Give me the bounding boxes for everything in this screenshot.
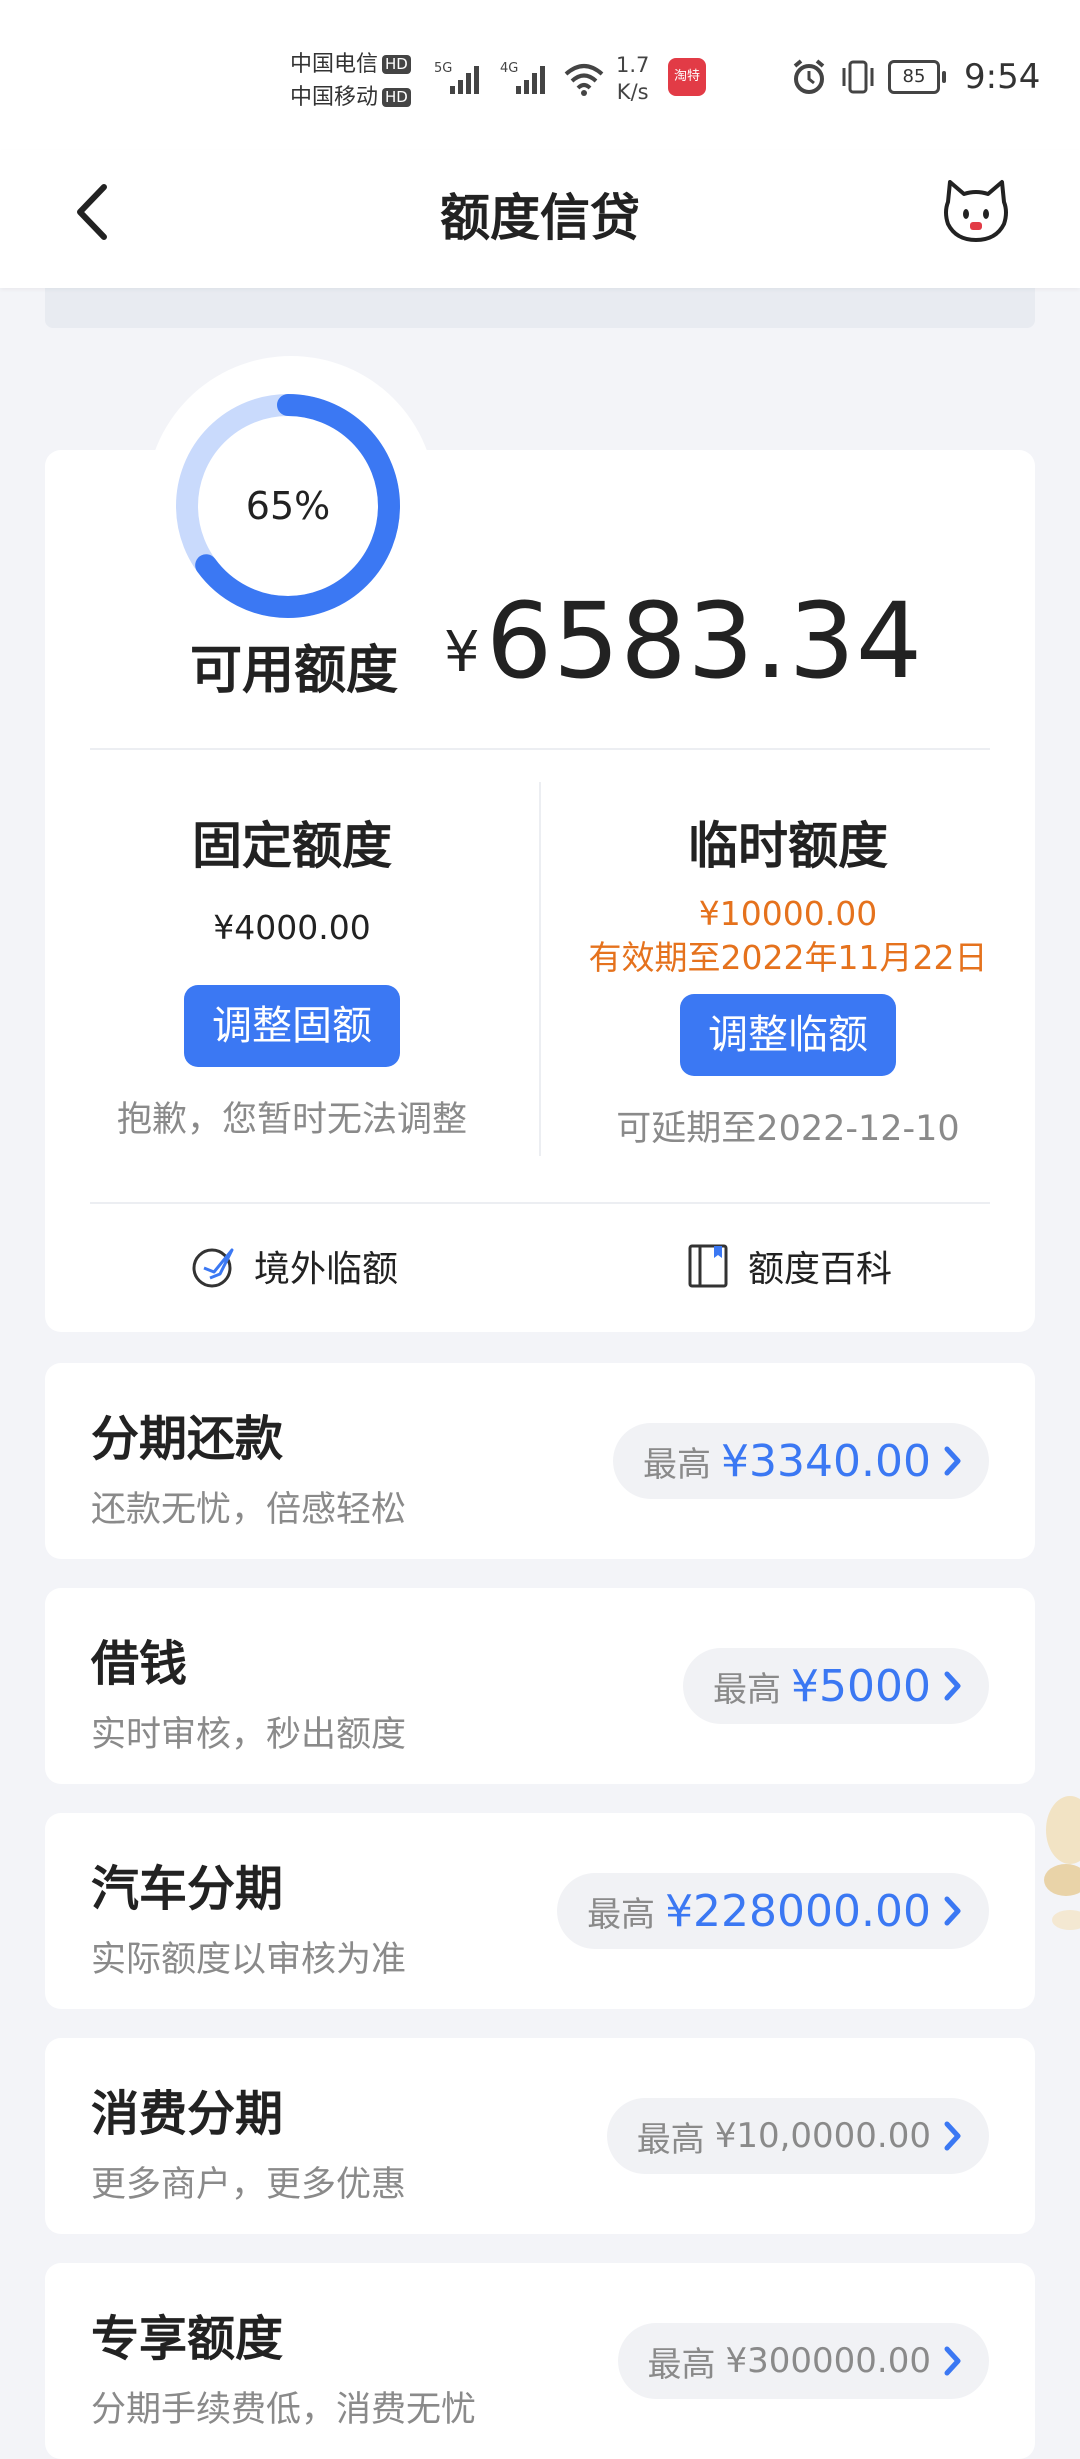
hd-badge: HD: [382, 88, 411, 107]
divider: [90, 1202, 990, 1204]
overseas-quota-label: 境外临额: [254, 1249, 399, 1290]
speed-value: 1.7: [616, 53, 650, 77]
quota-wiki-label: 额度百科: [748, 1249, 893, 1290]
service-limit-pill[interactable]: 最高 ¥228000.00: [557, 1873, 989, 1949]
ring-percent: 65%: [245, 484, 331, 528]
service-subtitle: 实际额度以审核为准: [91, 1940, 407, 1980]
pill-prefix: 最高: [713, 1669, 782, 1710]
clock: 9:54: [964, 57, 1041, 97]
network-speed: 1.7 K/s: [616, 52, 649, 106]
signal-4g-icon: 4G: [500, 61, 545, 94]
chevron-right-icon: [944, 1896, 961, 1926]
temp-quota-amount: ¥10000.00: [698, 894, 878, 933]
status-right: 85 9:54: [790, 56, 1040, 98]
wifi-icon: [564, 64, 604, 96]
banner-remnant: [45, 288, 1035, 328]
pill-amount: ¥5000: [791, 1660, 931, 1712]
service-card-car-installment[interactable]: 汽车分期 实际额度以审核为准 最高 ¥228000.00: [45, 1813, 1035, 2009]
service-limit-pill[interactable]: 最高 ¥3340.00: [613, 1423, 989, 1499]
carrier-info: 中国电信 HD 中国移动 HD: [290, 48, 411, 114]
page-title: 额度信贷: [440, 189, 640, 247]
service-limit-pill[interactable]: 最高 ¥300000.00: [617, 2323, 989, 2399]
service-title: 消费分期: [91, 2086, 284, 2142]
chevron-right-icon: [944, 1446, 961, 1476]
overseas-quota-link[interactable]: 境外临额: [190, 1240, 398, 1292]
available-label: 可用额度: [190, 641, 399, 701]
status-bar: 中国电信 HD 中国移动 HD 5G 4G 1.7 K/s 淘特 85 9:54: [0, 0, 1080, 150]
fixed-quota-section: 固定额度 ¥4000.00 调整固额 抱歉，您暂时无法调整: [67, 806, 517, 1142]
service-limit-pill[interactable]: 最高 ¥10,0000.00: [606, 2098, 989, 2174]
app-notification-icon: 淘特: [668, 58, 706, 96]
chevron-right-icon: [944, 2346, 961, 2376]
service-subtitle: 分期手续费低，消费无忧: [91, 2390, 477, 2430]
adjust-temp-button[interactable]: 调整临额: [680, 994, 896, 1076]
plane-globe-icon: [192, 1248, 234, 1288]
service-card-consumer-installment[interactable]: 消费分期 更多商户，更多优惠 最高 ¥10,0000.00: [45, 2038, 1035, 2234]
service-limit-pill[interactable]: 最高 ¥5000: [683, 1648, 989, 1724]
alarm-icon: [793, 59, 825, 94]
battery-icon: 85: [888, 60, 946, 94]
temp-quota-note: 可延期至2022-12-10: [616, 1109, 960, 1149]
mascot-button[interactable]: [936, 172, 1016, 252]
floating-gift-icon[interactable]: [1030, 1770, 1080, 1950]
service-title: 汽车分期: [91, 1861, 284, 1917]
pill-prefix: 最高: [643, 1444, 712, 1485]
quota-wiki-link[interactable]: 额度百科: [686, 1240, 892, 1292]
chevron-right-icon: [944, 2121, 961, 2151]
adjust-fixed-button[interactable]: 调整固额: [184, 985, 400, 1067]
service-card-borrow[interactable]: 借钱 实时审核，秒出额度 最高 ¥5000: [45, 1588, 1035, 1784]
hd-badge: HD: [382, 55, 411, 74]
vibrate-icon: [842, 60, 874, 94]
column-divider: [539, 782, 541, 1156]
pill-amount: ¥3340.00: [721, 1435, 931, 1487]
available-amount: 6583.34: [486, 580, 924, 702]
currency-symbol: ¥: [444, 620, 480, 685]
nav-bar: 额度信贷: [0, 150, 1080, 288]
carrier-1: 中国电信: [290, 52, 379, 77]
fixed-quota-amount: ¥4000.00: [213, 908, 371, 947]
chevron-right-icon: [944, 1671, 961, 1701]
pill-amount: ¥228000.00: [665, 1885, 931, 1937]
service-card-exclusive-quota[interactable]: 专享额度 分期手续费低，消费无忧 最高 ¥300000.00: [45, 2263, 1035, 2459]
service-subtitle: 更多商户，更多优惠: [91, 2165, 407, 2205]
pill-prefix: 最高: [587, 1894, 656, 1935]
signal-5g-icon: 5G: [434, 61, 479, 94]
fixed-quota-note: 抱歉，您暂时无法调整: [116, 1100, 467, 1140]
temp-quota-title: 临时额度: [688, 817, 888, 875]
temp-quota-section: 临时额度 ¥10000.00 有效期至2022年11月22日 调整临额 可延期至…: [563, 806, 1013, 1151]
pill-prefix: 最高: [647, 2344, 716, 2385]
service-subtitle: 还款无忧，倍感轻松: [91, 1490, 407, 1530]
pill-prefix: 最高: [636, 2119, 705, 2160]
divider: [90, 748, 990, 750]
net-5g-label: 5G: [434, 61, 452, 76]
cat-mascot-icon: [944, 180, 1008, 242]
pill-amount: ¥300000.00: [725, 2341, 932, 2381]
speed-unit: K/s: [616, 80, 649, 104]
service-title: 专享额度: [91, 2311, 284, 2367]
fixed-quota-title: 固定额度: [192, 817, 392, 875]
net-4g-label: 4G: [500, 61, 518, 76]
service-title: 分期还款: [91, 1411, 284, 1467]
service-card-installment-repay[interactable]: 分期还款 还款无忧，倍感轻松 最高 ¥3340.00: [45, 1363, 1035, 1559]
pill-amount: ¥10,0000.00: [714, 2116, 931, 2156]
book-icon: [688, 1244, 728, 1288]
carrier-2: 中国移动: [290, 85, 379, 110]
service-subtitle: 实时审核，秒出额度: [91, 1715, 407, 1755]
temp-quota-validity: 有效期至2022年11月22日: [588, 938, 988, 977]
service-title: 借钱: [91, 1636, 188, 1692]
